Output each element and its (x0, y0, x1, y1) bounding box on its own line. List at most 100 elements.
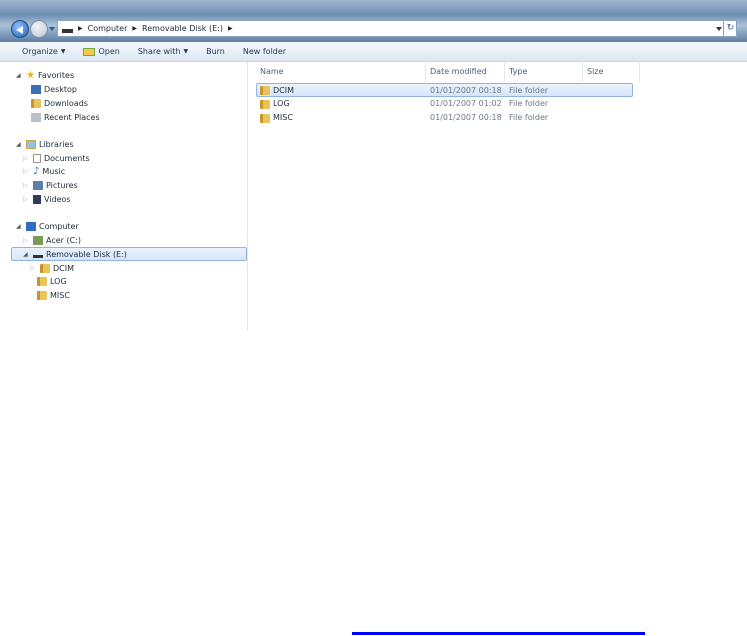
burn-button[interactable]: Burn (197, 47, 234, 56)
file-row[interactable]: MISC 01/01/2007 00:18 File folder (256, 111, 633, 125)
chevron-right-icon[interactable]: ▶ (228, 25, 233, 32)
column-divider[interactable] (504, 62, 505, 82)
collapsed-icon[interactable]: ▷ (30, 265, 37, 272)
file-row[interactable]: LOG 01/01/2007 01:02 File folder (256, 97, 633, 111)
documents-icon (33, 153, 41, 163)
share-label: Share with (137, 47, 181, 56)
nav-pictures[interactable]: ▷ Pictures (23, 178, 78, 192)
file-list: Name Date modified Type Size DCIM 01/01/… (249, 62, 747, 331)
file-row[interactable]: DCIM 01/01/2007 00:18 File folder (256, 83, 633, 97)
command-bar: Organize ▼ Open Share with ▼ Burn New fold… (0, 42, 747, 62)
nav-log[interactable]: LOG (37, 274, 67, 288)
nav-label: Acer (C:) (46, 235, 82, 245)
window-titlebar: ▶ Computer ▶ Removable Disk (E:) ▶ ↻ (0, 0, 747, 42)
navigation-pane: ◢ ★ Favorites Desktop Downloads Recent Pla… (0, 62, 248, 331)
downloads-icon (31, 98, 41, 108)
new-folder-label: New folder (242, 47, 287, 56)
forward-button[interactable] (30, 20, 48, 38)
expanded-icon[interactable]: ◢ (16, 141, 23, 148)
folder-icon (40, 263, 50, 273)
expanded-icon[interactable]: ◢ (16, 223, 23, 230)
column-divider[interactable] (425, 62, 426, 82)
file-date: 01/01/2007 01:02 (430, 99, 502, 108)
recent-places-icon (31, 112, 41, 122)
folder-icon (260, 100, 270, 109)
new-folder-button[interactable]: New folder (234, 47, 295, 56)
back-button[interactable] (11, 20, 29, 38)
nav-label: Desktop (44, 84, 77, 94)
chevron-right-icon[interactable]: ▶ (78, 25, 83, 32)
expanded-icon[interactable]: ◢ (16, 72, 23, 79)
nav-recent-places[interactable]: Recent Places (31, 110, 100, 124)
hard-drive-icon (33, 235, 43, 245)
file-name: MISC (273, 113, 293, 122)
column-header-size[interactable]: Size (587, 67, 603, 76)
address-dropdown-icon[interactable] (716, 27, 722, 31)
nav-documents[interactable]: ▷ Documents (23, 151, 90, 165)
column-header-type[interactable]: Type (509, 67, 527, 76)
collapsed-icon[interactable]: ▷ (23, 182, 30, 189)
caret-down-icon: ▼ (60, 48, 66, 55)
organize-button[interactable]: Organize ▼ (0, 47, 74, 56)
share-with-button[interactable]: Share with ▼ (129, 47, 197, 56)
breadcrumb-removable-disk[interactable]: Removable Disk (E:) (142, 24, 223, 33)
collapsed-icon[interactable]: ▷ (23, 168, 30, 175)
nav-label: Recent Places (44, 112, 100, 122)
collapsed-icon[interactable]: ▷ (23, 155, 30, 162)
nav-desktop[interactable]: Desktop (31, 82, 77, 96)
nav-label: Removable Disk (E:) (46, 249, 127, 259)
column-divider[interactable] (639, 62, 640, 82)
nav-label: Music (42, 166, 66, 176)
file-name: DCIM (273, 86, 295, 95)
column-header-date[interactable]: Date modified (430, 67, 487, 76)
nav-label: Videos (44, 194, 71, 204)
nav-acer-c[interactable]: ▷ Acer (C:) (23, 233, 81, 247)
nav-computer[interactable]: ◢ Computer (16, 219, 79, 233)
nav-label: Downloads (44, 98, 88, 108)
nav-label: LOG (50, 276, 67, 286)
star-icon: ★ (26, 69, 35, 81)
nav-label: MISC (50, 290, 70, 300)
hyperlink-underline[interactable] (352, 632, 645, 635)
videos-icon (33, 194, 41, 204)
nav-libraries[interactable]: ◢ Libraries (16, 137, 74, 151)
nav-removable-disk-e[interactable]: ◢ Removable Disk (E:) (23, 247, 127, 261)
computer-icon (26, 221, 36, 231)
nav-dcim[interactable]: ▷ DCIM (30, 261, 74, 275)
organize-label: Organize (22, 47, 58, 56)
nav-favorites[interactable]: ◢ ★ Favorites (16, 68, 74, 82)
breadcrumb-computer[interactable]: Computer (88, 24, 128, 33)
refresh-icon[interactable]: ↻ (723, 20, 737, 37)
expanded-icon[interactable]: ◢ (23, 251, 30, 258)
nav-label: Favorites (37, 70, 75, 80)
file-name: LOG (273, 99, 290, 108)
libraries-icon (26, 139, 36, 149)
file-type: File folder (509, 99, 549, 108)
music-icon: ♪ (33, 165, 40, 177)
nav-label: DCIM (53, 263, 75, 273)
file-type: File folder (509, 113, 549, 122)
collapsed-icon[interactable]: ▷ (23, 196, 30, 203)
nav-label: Documents (44, 153, 90, 163)
folder-icon (260, 114, 270, 123)
recent-pages-dropdown[interactable] (49, 27, 55, 31)
column-header-name[interactable]: Name (260, 67, 284, 76)
folder-icon (37, 276, 47, 286)
nav-music[interactable]: ▷ ♪ Music (23, 164, 65, 178)
chevron-right-icon[interactable]: ▶ (132, 25, 137, 32)
nav-videos[interactable]: ▷ Videos (23, 192, 71, 206)
folder-icon (37, 290, 47, 300)
nav-label: Computer (39, 221, 79, 231)
file-date: 01/01/2007 00:18 (430, 86, 502, 95)
nav-label: Libraries (39, 139, 74, 149)
caret-down-icon: ▼ (183, 48, 189, 55)
open-button[interactable]: Open (74, 47, 128, 56)
column-divider[interactable] (582, 62, 583, 82)
nav-misc[interactable]: MISC (37, 288, 70, 302)
nav-downloads[interactable]: Downloads (31, 96, 88, 110)
file-date: 01/01/2007 00:18 (430, 113, 502, 122)
open-folder-icon (83, 47, 96, 56)
nav-label: Pictures (46, 180, 78, 190)
address-bar[interactable]: ▶ Computer ▶ Removable Disk (E:) ▶ ↻ (57, 20, 737, 37)
collapsed-icon[interactable]: ▷ (23, 237, 30, 244)
